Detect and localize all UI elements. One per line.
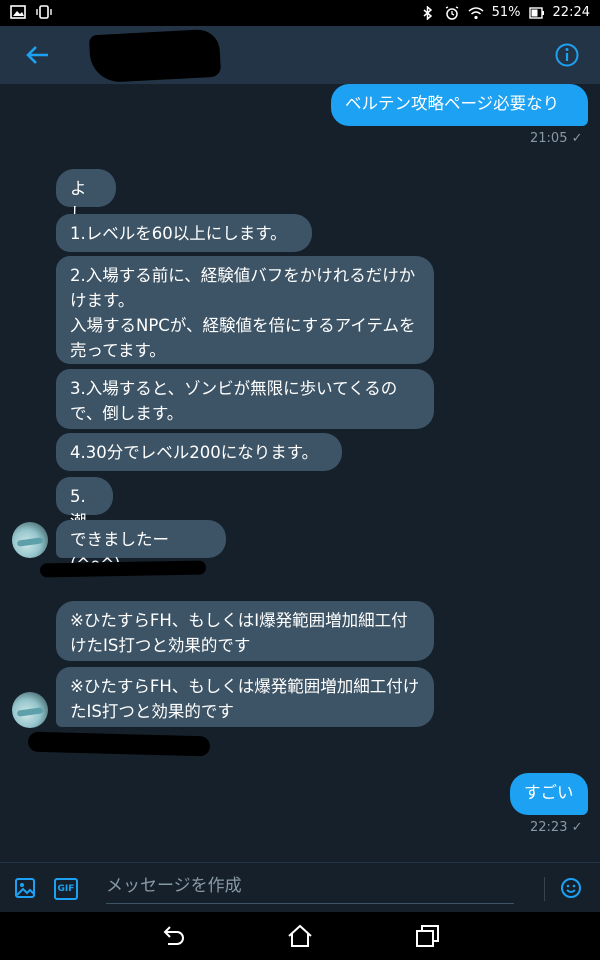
redacted-timestamp (27, 731, 211, 757)
image-icon[interactable] (14, 877, 36, 899)
arrow-left-icon[interactable] (24, 42, 52, 68)
gallery-notification-icon (10, 5, 26, 19)
message-input[interactable]: メッセージを作成 (106, 873, 514, 904)
battery-percent: 51% (491, 5, 521, 20)
incoming-message[interactable]: 2.入場する前に、経験値バフをかけれるだけかけます。 入場するNPCが、経験値を… (56, 256, 434, 364)
redacted-timestamp (39, 560, 207, 578)
gif-button[interactable]: GIF (54, 878, 78, 900)
message-timestamp: 22:23 ✓ (530, 820, 583, 835)
incoming-message[interactable]: 4.30分でレベル200になります。 (56, 433, 342, 471)
message-timestamp: 21:05 ✓ (530, 131, 583, 146)
info-circle-icon[interactable] (554, 42, 580, 68)
bluetooth-icon (423, 5, 432, 20)
outgoing-message[interactable]: すごい (510, 773, 588, 815)
emoji-icon[interactable] (560, 877, 582, 899)
incoming-message[interactable]: ※ひたすらFH、もしくは爆発範囲増加細工付けたIS打つと効果的です (56, 667, 434, 727)
nav-back-icon[interactable] (160, 924, 186, 948)
status-clock: 22:24 (552, 5, 590, 20)
contact-avatar[interactable] (12, 522, 48, 558)
incoming-message[interactable]: よし (56, 169, 116, 223)
system-navigation-bar (0, 912, 600, 960)
message-composer: GIF メッセージを作成 (0, 862, 600, 913)
contact-avatar[interactable] (12, 692, 48, 728)
incoming-message[interactable]: ※ひたすらFH、もしくはI爆発範囲増加細工付けたIS打つと効果的です (56, 601, 434, 661)
outgoing-message[interactable]: ベルテン攻略ページ必要なり (331, 84, 588, 126)
conversation-header (0, 26, 600, 84)
alarm-icon (445, 5, 458, 20)
composer-divider (544, 877, 545, 901)
incoming-message[interactable]: できましたー(^o^) (56, 520, 226, 574)
incoming-message[interactable]: 3.入場すると、ゾンビが無限に歩いてくるので、倒します。 (56, 369, 434, 429)
home-icon[interactable] (287, 924, 313, 948)
battery-icon (528, 6, 544, 19)
vibrate-icon (36, 5, 52, 19)
incoming-message[interactable]: 5.潮 (56, 477, 113, 531)
message-list: ベルテン攻略ページ必要なり 21:05 ✓ よし 1.レベルを60以上にします。… (0, 84, 600, 862)
wifi-icon (468, 6, 484, 19)
recents-icon[interactable] (415, 924, 441, 948)
incoming-message[interactable]: 1.レベルを60以上にします。 (56, 214, 312, 252)
redacted-contact-name (88, 28, 222, 84)
status-bar: 51% 22:24 (0, 0, 600, 26)
